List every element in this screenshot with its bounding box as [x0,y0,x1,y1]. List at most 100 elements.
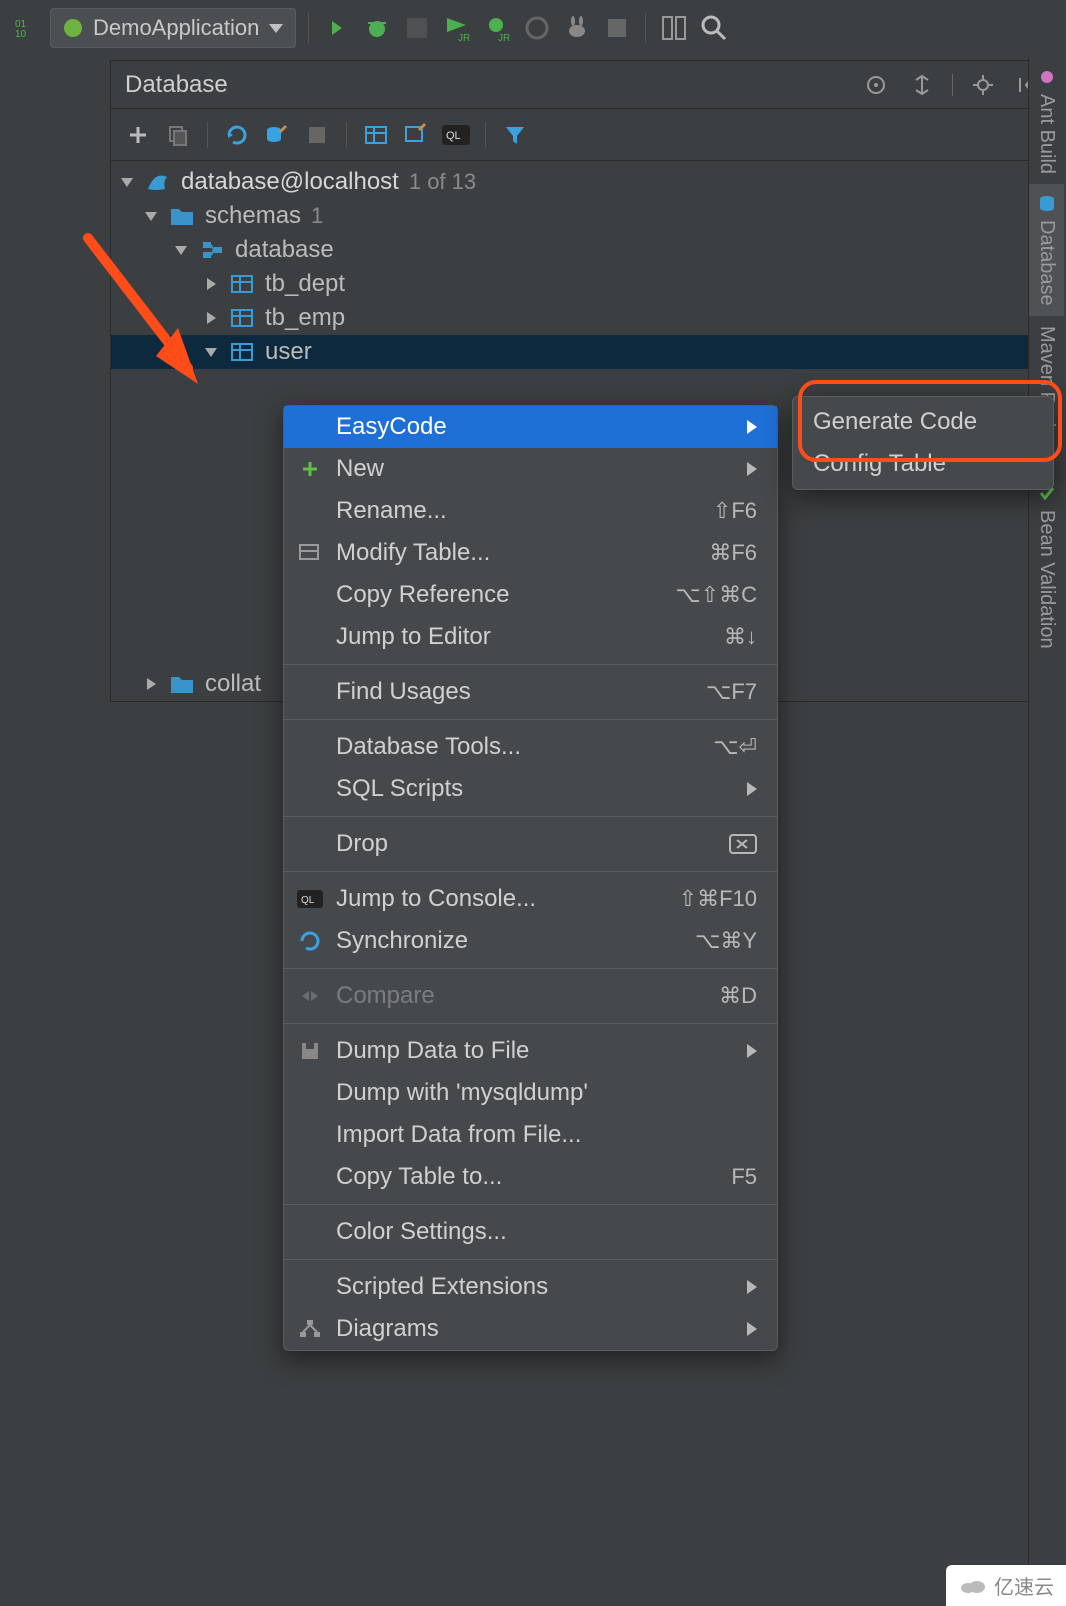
menu-item-diagrams[interactable]: Diagrams [284,1308,777,1350]
search-icon[interactable] [698,12,730,44]
chevron-down-icon[interactable] [203,348,219,357]
copy-icon[interactable] [163,120,193,150]
schema-icon [199,237,225,263]
delete-icon [729,834,757,854]
svg-text:QL: QL [301,895,315,906]
split-icon[interactable] [906,69,938,101]
menu-shortcut: ⌥⏎ [713,734,757,760]
menu-item-synchronize[interactable]: Synchronize ⌥⌘Y [284,920,777,962]
panel-title: Database [125,71,228,99]
menu-separator [284,871,777,872]
menu-item-scripted-extensions[interactable]: Scripted Extensions [284,1266,777,1308]
chevron-down-icon[interactable] [119,178,135,187]
refresh-icon[interactable] [222,120,252,150]
menu-item-jump-to-editor[interactable]: Jump to Editor ⌘↓ [284,616,777,658]
menu-item-dump-mysqldump[interactable]: Dump with 'mysqldump' [284,1072,777,1114]
coverage-icon[interactable] [401,12,433,44]
chevron-down-icon[interactable] [173,246,189,255]
menu-item-rename[interactable]: Rename... ⇧F6 [284,490,777,532]
menu-shortcut: ⌥F7 [706,679,757,705]
run-icon[interactable] [321,12,353,44]
submenu-item-config-table[interactable]: Config Table [793,443,1053,485]
svg-text:JR: JR [458,33,470,41]
menu-shortcut: ⇧F6 [713,498,757,524]
menu-item-compare: Compare ⌘D [284,975,777,1017]
submenu-item-generate-code[interactable]: Generate Code [793,401,1053,443]
run-jr-icon[interactable]: JR [441,12,473,44]
tree-datasource-node[interactable]: database@localhost 1 of 13 [111,165,1059,199]
table-icon[interactable] [361,120,391,150]
menu-item-find-usages[interactable]: Find Usages ⌥F7 [284,671,777,713]
menu-label: EasyCode [336,413,735,441]
chevron-right-icon [747,1044,757,1058]
menu-label: Rename... [336,497,701,525]
menu-item-dump-to-file[interactable]: Dump Data to File [284,1030,777,1072]
layout-icon[interactable] [658,12,690,44]
folder-icon [169,671,195,697]
menu-item-copy-reference[interactable]: Copy Reference ⌥⇧⌘C [284,574,777,616]
debug-jr-icon[interactable]: JR [481,12,513,44]
svg-text:10: 10 [15,29,27,40]
chevron-right-icon [747,420,757,434]
run-configuration-selector[interactable]: DemoApplication [50,8,296,48]
binary-download-icon[interactable]: 0110 [10,12,42,44]
profiler-icon[interactable] [521,12,553,44]
menu-item-sql-scripts[interactable]: SQL Scripts [284,768,777,810]
menu-separator [284,1204,777,1205]
submenu-label: Generate Code [813,408,1033,436]
schemas-label: schemas [205,202,301,230]
menu-item-drop[interactable]: Drop [284,823,777,865]
side-tab-bean-validation[interactable]: Bean Validation [1029,474,1064,659]
submenu-easycode: Generate Code Config Table [792,396,1054,490]
tree-table-node[interactable]: tb_emp [111,301,1059,335]
schema-label: database [235,236,334,264]
separator [207,122,208,148]
menu-shortcut: F5 [731,1164,757,1190]
chevron-right-icon [747,1280,757,1294]
chevron-right-icon[interactable] [203,278,219,290]
menu-shortcut: ⌘D [719,983,757,1009]
chevron-down-icon[interactable] [143,212,159,221]
menu-label: Scripted Extensions [336,1273,735,1301]
menu-label: Drop [336,830,717,858]
gear-icon[interactable] [967,69,999,101]
menu-item-jump-to-console[interactable]: QL Jump to Console... ⇧⌘F10 [284,878,777,920]
menu-item-easycode[interactable]: EasyCode [284,406,777,448]
filter-icon[interactable] [500,120,530,150]
menu-shortcut: ⇧⌘F10 [679,886,757,912]
side-tab-database[interactable]: Database [1029,184,1064,316]
menu-item-modify-table[interactable]: Modify Table... ⌘F6 [284,532,777,574]
table-icon [229,271,255,297]
tree-table-node[interactable]: tb_dept [111,267,1059,301]
tree-schemas-node[interactable]: schemas 1 [111,199,1059,233]
rabbit-icon[interactable] [561,12,593,44]
chevron-right-icon[interactable] [143,678,159,690]
ant-icon [1038,68,1056,86]
menu-separator [284,816,777,817]
chevron-right-icon[interactable] [203,312,219,324]
menu-item-copy-table[interactable]: Copy Table to... F5 [284,1156,777,1198]
console-badge-icon[interactable]: QL [441,120,471,150]
table-label: tb_emp [265,304,345,332]
menu-item-import-data[interactable]: Import Data from File... [284,1114,777,1156]
table-edit-icon [296,543,324,563]
menu-label: New [336,455,735,483]
menu-label: SQL Scripts [336,775,735,803]
debug-icon[interactable] [361,12,393,44]
database-icon [1038,194,1056,212]
folder-icon [169,203,195,229]
tree-table-node-selected[interactable]: user [111,335,1059,369]
stop-square-icon[interactable] [302,120,332,150]
datasource-props-icon[interactable] [262,120,292,150]
menu-item-color-settings[interactable]: Color Settings... [284,1211,777,1253]
refresh-icon [296,930,324,952]
menu-label: Dump with 'mysqldump' [336,1079,757,1107]
target-icon[interactable] [860,69,892,101]
side-tab-ant-build[interactable]: Ant Build [1029,58,1064,184]
menu-item-new[interactable]: New [284,448,777,490]
add-icon[interactable] [123,120,153,150]
tree-schema-node[interactable]: database [111,233,1059,267]
edit-table-icon[interactable] [401,120,431,150]
stop-icon[interactable] [601,12,633,44]
menu-item-database-tools[interactable]: Database Tools... ⌥⏎ [284,726,777,768]
